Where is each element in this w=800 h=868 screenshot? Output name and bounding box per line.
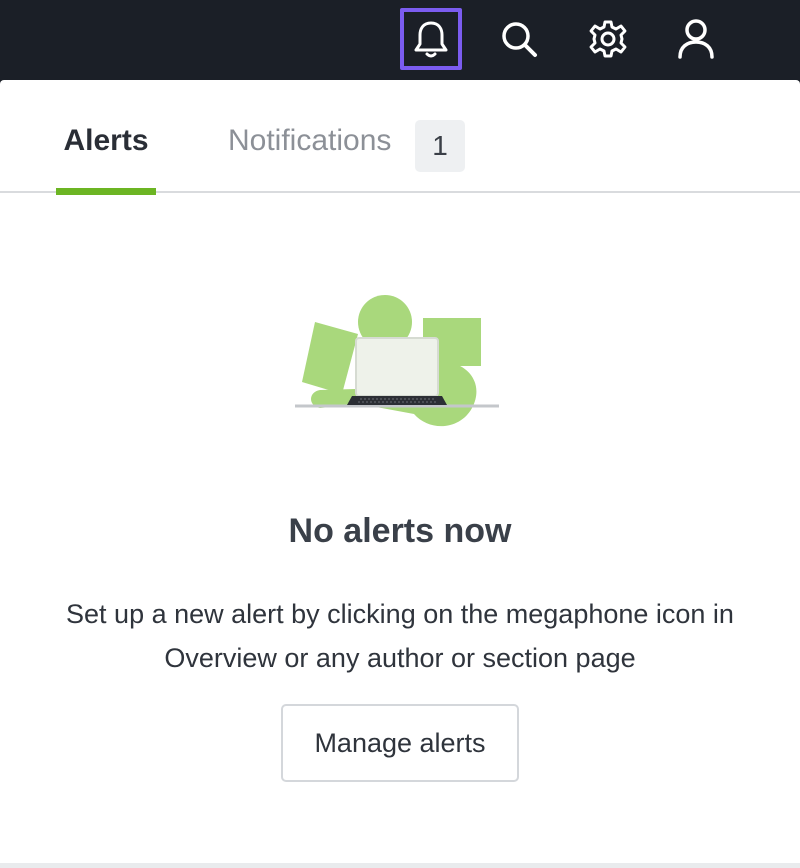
gear-icon[interactable]: [577, 8, 639, 70]
tab-notifications[interactable]: Notifications 1: [228, 80, 468, 193]
empty-state-description: Set up a new alert by clicking on the me…: [66, 599, 734, 673]
empty-state-title: No alerts now: [288, 512, 512, 550]
notifications-count-badge: 1: [415, 120, 465, 172]
laptop-illustration: [290, 292, 505, 432]
alerts-panel: Alerts Notifications 1 No alerts now Set…: [0, 80, 800, 863]
search-icon[interactable]: [488, 8, 550, 70]
active-tab-indicator: [56, 188, 156, 195]
tab-notifications-label: Notifications: [228, 124, 392, 157]
top-navigation-bar: [0, 0, 800, 80]
tab-alerts[interactable]: Alerts: [56, 80, 156, 195]
panel-bottom-edge: [0, 863, 800, 868]
tab-alerts-label: Alerts: [63, 124, 149, 157]
tab-bar: Alerts Notifications 1: [0, 80, 800, 195]
bell-icon[interactable]: [400, 8, 462, 70]
manage-alerts-button[interactable]: Manage alerts: [281, 704, 519, 782]
user-icon[interactable]: [665, 8, 727, 70]
